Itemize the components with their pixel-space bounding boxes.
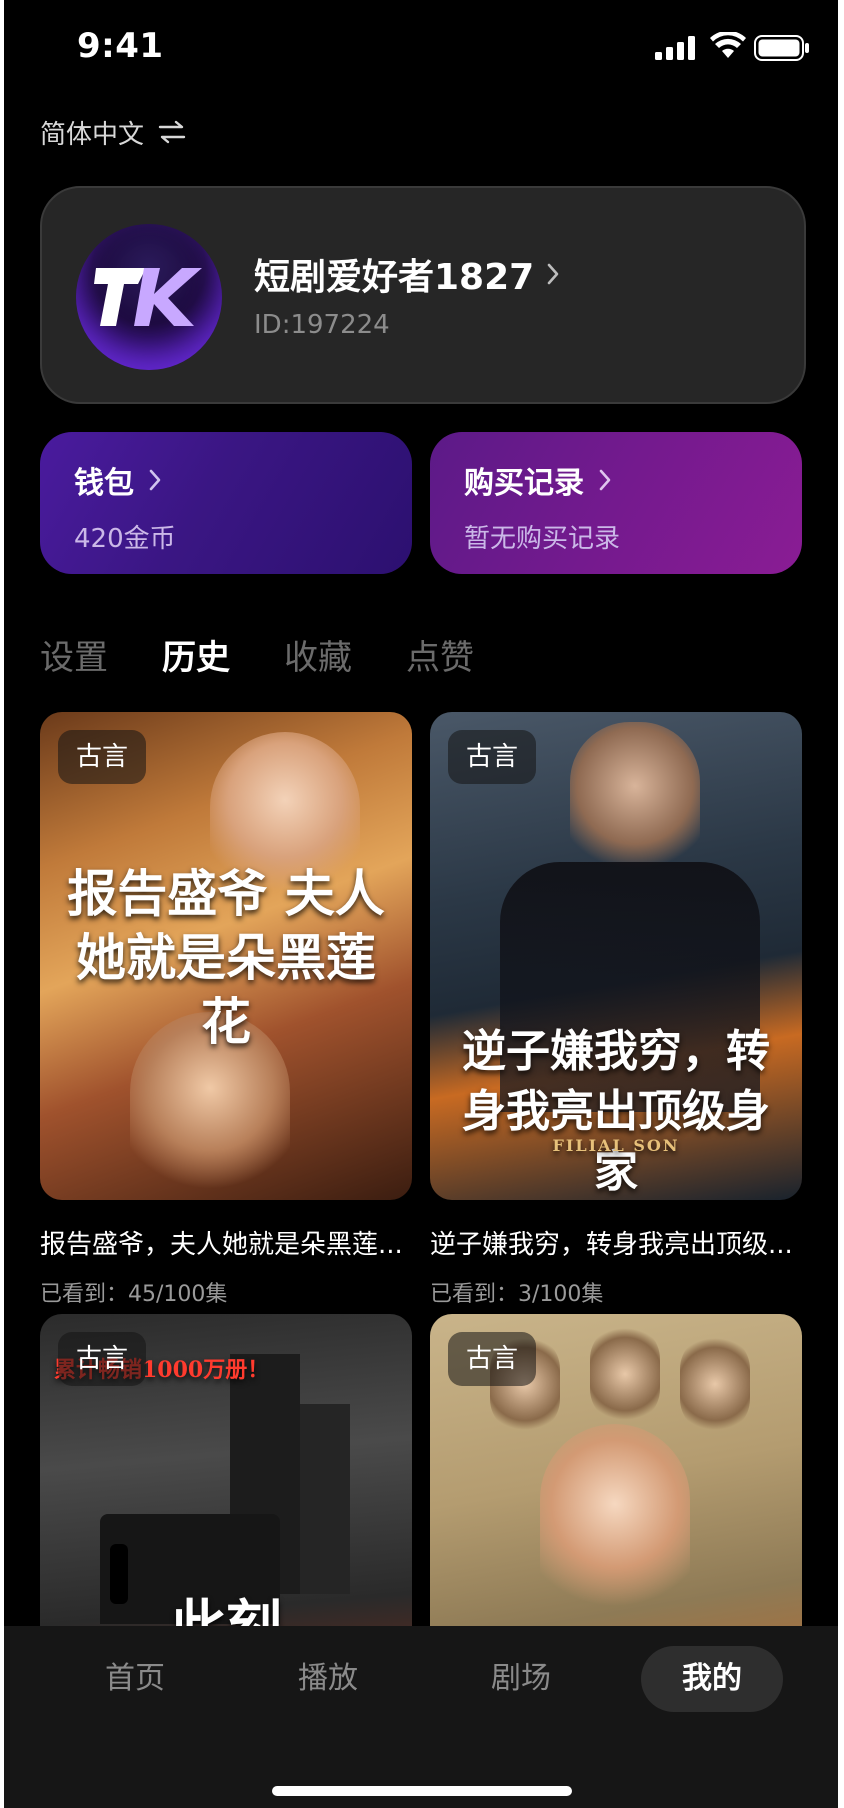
chevron-right-icon	[599, 469, 611, 491]
watch-progress: 已看到：45/100集	[40, 1282, 228, 1307]
nav-play[interactable]: 播放	[257, 1646, 399, 1712]
watch-progress: 已看到：3/100集	[430, 1282, 604, 1307]
wallet-card[interactable]: 钱包 420金币	[40, 432, 412, 574]
wallet-title: 钱包	[74, 466, 134, 501]
battery-icon	[754, 35, 809, 61]
tab-history[interactable]: 历史	[162, 630, 230, 678]
wallet-balance: 420金币	[74, 524, 176, 554]
status-bar: 9:41	[4, 0, 838, 100]
tab-likes[interactable]: 点赞	[406, 630, 474, 678]
genre-badge: 古言	[58, 730, 146, 784]
username: 短剧爱好者1827	[254, 257, 535, 298]
profile-tabs: 设置 历史 收藏 点赞	[40, 630, 474, 678]
poster-figure	[590, 1324, 660, 1424]
drama-title: 逆子嫌我穷，转身我亮出顶级...	[430, 1230, 793, 1260]
poster-building	[300, 1404, 350, 1594]
purchase-history-card[interactable]: 购买记录 暂无购买记录	[430, 432, 802, 574]
username-link[interactable]: 短剧爱好者1827	[254, 248, 560, 300]
language-label: 简体中文	[40, 119, 145, 150]
poster-subtitle: FILIAL SON	[552, 1136, 680, 1155]
drama-title: 报告盛爷，夫人她就是朵黑莲...	[40, 1230, 403, 1260]
nav-theater[interactable]: 剧场	[450, 1646, 592, 1712]
poster-figure	[680, 1334, 750, 1434]
swap-arrows-icon	[158, 120, 186, 144]
profile-card[interactable]: 短剧爱好者1827 ID:197224	[40, 186, 806, 404]
app-screen: 9:41 简体中文 短剧爱好者1827 ID:197224 钱包 420金币 购…	[4, 0, 838, 1808]
chevron-right-icon	[149, 469, 161, 491]
tab-settings[interactable]: 设置	[40, 630, 108, 678]
purchase-title-row: 购买记录	[464, 458, 612, 502]
nav-mine[interactable]: 我的	[641, 1646, 783, 1712]
home-indicator	[272, 1786, 572, 1796]
poster-figure	[540, 1424, 690, 1624]
tab-favorites[interactable]: 收藏	[284, 630, 352, 678]
drama-poster: 报告盛爷 夫人她就是朵黑莲花 古言	[40, 712, 412, 1200]
drama-poster: 逆子嫌我穷，转身我亮出顶级身家 FILIAL SON 古言	[430, 712, 802, 1200]
bottom-navigation: 首页 播放 剧场 我的	[4, 1626, 838, 1808]
nav-home[interactable]: 首页	[64, 1646, 206, 1712]
genre-badge: 古言	[448, 1332, 536, 1386]
status-time: 9:41	[77, 26, 164, 66]
genre-badge: 古言	[448, 730, 536, 784]
user-id: ID:197224	[254, 310, 390, 340]
language-switcher[interactable]: 简体中文	[40, 114, 186, 150]
genre-badge: 古言	[58, 1332, 146, 1386]
poster-figure	[570, 722, 700, 882]
cellular-signal-icon	[655, 36, 695, 60]
purchase-title: 购买记录	[464, 466, 584, 501]
avatar	[76, 224, 222, 370]
poster-title: 逆子嫌我穷，转身我亮出顶级身家	[462, 1026, 770, 1197]
wallet-title-row: 钱包	[74, 458, 162, 502]
poster-title: 报告盛爷 夫人她就是朵黑莲花	[67, 864, 385, 1051]
app-logo-icon	[94, 268, 202, 326]
wifi-icon	[710, 32, 746, 58]
purchase-status: 暂无购买记录	[464, 524, 621, 554]
chevron-right-icon	[547, 263, 559, 285]
